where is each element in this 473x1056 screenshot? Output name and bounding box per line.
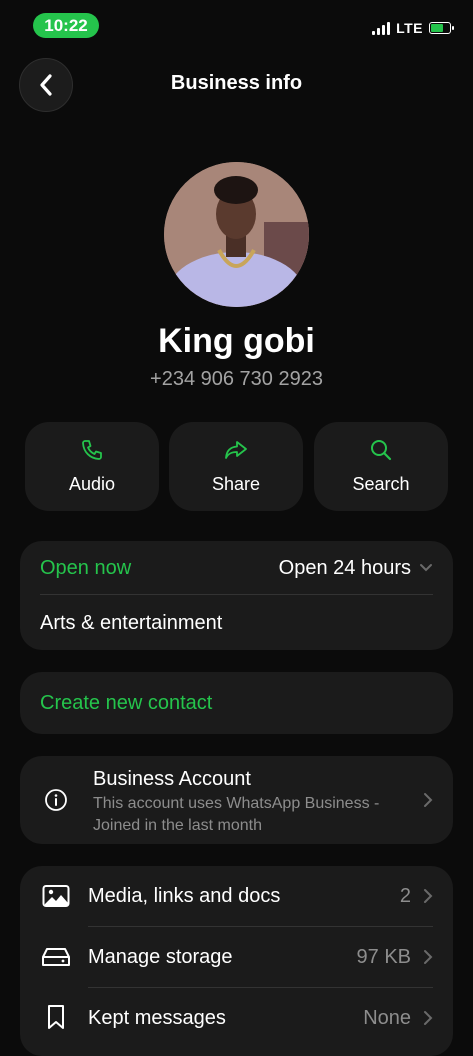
signal-icon <box>372 21 391 35</box>
search-icon <box>371 440 392 461</box>
avatar[interactable] <box>164 162 309 307</box>
chevron-right-icon <box>424 889 433 903</box>
status-time-pill: 10:22 <box>33 13 99 38</box>
opening-hours: Open 24 hours <box>278 556 411 579</box>
settings-list-card: Media, links and docs 2 Manage storage 9… <box>20 866 453 1056</box>
business-account-description: This account uses WhatsApp Business - Jo… <box>93 795 380 834</box>
share-label: Share <box>211 474 261 494</box>
chevron-right-icon <box>424 950 433 964</box>
create-contact-button[interactable]: Create new contact <box>20 672 453 734</box>
share-icon <box>225 441 247 459</box>
audio-label: Audio <box>68 474 116 494</box>
storage-icon <box>42 948 70 966</box>
business-account-card[interactable]: Business Account This account uses Whats… <box>20 756 453 844</box>
image-icon <box>42 885 70 907</box>
manage-storage-row[interactable]: Manage storage 97 KB <box>20 927 453 987</box>
network-label: LTE <box>396 20 423 36</box>
share-button[interactable]: Share <box>169 422 303 511</box>
media-links-docs-row[interactable]: Media, links and docs 2 <box>20 866 453 926</box>
chevron-down-icon <box>420 564 432 572</box>
divider <box>40 594 433 595</box>
settings-item-value: 97 KB <box>356 946 411 968</box>
bookmark-icon <box>48 1005 64 1029</box>
settings-item-label: Manage storage <box>88 946 233 968</box>
contact-name: King gobi <box>158 322 315 360</box>
audio-call-button[interactable]: Audio <box>25 422 159 511</box>
status-indicators: LTE <box>372 20 454 36</box>
business-hours-card: Open now Open 24 hours Arts & entertainm… <box>20 541 453 650</box>
settings-item-label: Media, links and docs <box>88 885 281 907</box>
create-contact-label: Create new contact <box>40 692 213 714</box>
business-account-title: Business Account <box>93 768 251 790</box>
battery-icon <box>429 22 454 34</box>
contact-phone[interactable]: +234 906 730 2923 <box>0 368 473 391</box>
info-icon <box>45 789 67 811</box>
open-status: Open now <box>40 556 132 579</box>
avatar-photo <box>164 162 309 307</box>
search-button[interactable]: Search <box>314 422 448 511</box>
chevron-right-icon <box>424 793 433 807</box>
page-title: Business info <box>170 72 303 94</box>
kept-messages-row[interactable]: Kept messages None <box>20 988 453 1048</box>
settings-item-value: 2 <box>399 885 411 907</box>
business-category: Arts & entertainment <box>40 612 223 634</box>
settings-item-label: Kept messages <box>88 1007 226 1029</box>
hours-row[interactable]: Open now Open 24 hours <box>40 556 433 580</box>
settings-item-value: None <box>363 1007 411 1029</box>
status-time: 10:22 <box>44 15 88 35</box>
search-label: Search <box>352 474 410 494</box>
phone-icon <box>82 440 102 460</box>
